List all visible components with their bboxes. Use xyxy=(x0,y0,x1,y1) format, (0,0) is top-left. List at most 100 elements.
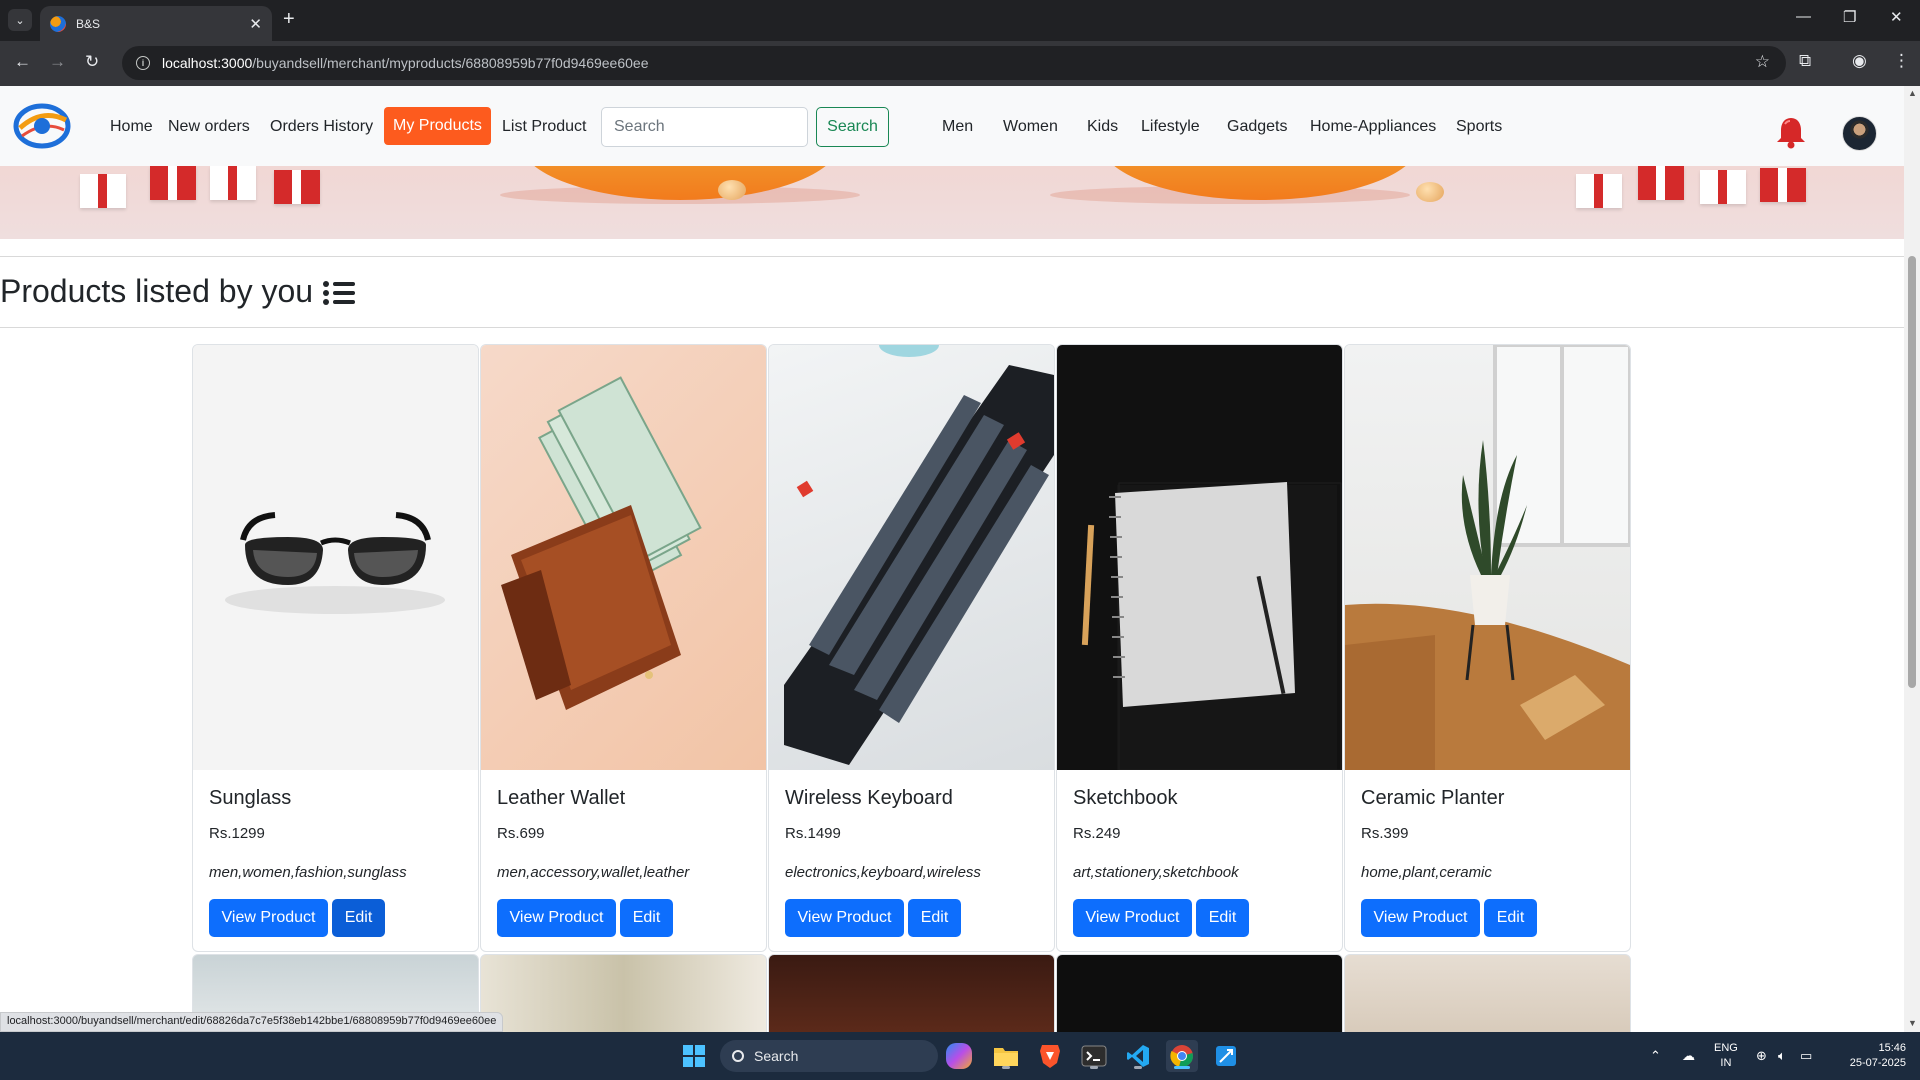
view-product-button[interactable]: View Product xyxy=(1361,899,1480,937)
category-home-appliances[interactable]: Home-Appliances xyxy=(1310,118,1436,136)
back-icon[interactable]: ← xyxy=(14,52,31,72)
cloud-sync-icon[interactable]: ☁ xyxy=(1682,1048,1695,1064)
vscode-icon[interactable] xyxy=(1122,1040,1154,1072)
url-text[interactable]: localhost:3000/buyandsell/merchant/mypro… xyxy=(162,55,648,71)
scrollbar-thumb[interactable] xyxy=(1908,256,1916,688)
file-explorer-icon[interactable] xyxy=(990,1040,1022,1072)
extensions-icon[interactable]: ⧉ xyxy=(1799,51,1811,71)
product-image-sunglass[interactable] xyxy=(193,345,478,770)
scroll-up-icon[interactable]: ▲ xyxy=(1908,88,1917,98)
bookmark-star-icon[interactable]: ☆ xyxy=(1755,52,1770,72)
list-icon xyxy=(323,279,356,305)
view-product-button[interactable]: View Product xyxy=(209,899,328,937)
product-price: Rs.249 xyxy=(1073,825,1121,842)
edit-product-button[interactable]: Edit xyxy=(620,899,673,937)
gift-box-icon xyxy=(1700,170,1746,204)
browser-tabstrip: ⌄ B&S ✕ + — ❐ ✕ xyxy=(0,0,1920,41)
product-card: Sketchbook Rs.249 art,stationery,sketchb… xyxy=(1056,344,1343,952)
product-image-wireless-keyboard[interactable] xyxy=(769,345,1054,770)
product-card[interactable] xyxy=(1344,954,1631,1034)
browser-toolbar: ← → ↻ i localhost:3000/buyandsell/mercha… xyxy=(0,41,1920,86)
taskbar-search[interactable]: Search xyxy=(720,1040,938,1072)
network-icon[interactable]: ⊕ xyxy=(1756,1048,1767,1064)
gift-box-icon xyxy=(80,174,126,208)
category-gadgets[interactable]: Gadgets xyxy=(1227,118,1287,136)
nav-my-products[interactable]: My Products xyxy=(384,107,491,145)
input-language[interactable]: ENG IN xyxy=(1714,1041,1738,1071)
clock[interactable]: 15:46 25-07-2025 xyxy=(1836,1041,1906,1071)
brave-browser-icon[interactable] xyxy=(1034,1040,1066,1072)
gift-box-icon xyxy=(1760,168,1806,202)
product-image-ceramic-planter[interactable] xyxy=(1345,345,1630,770)
product-title: Leather Wallet xyxy=(497,787,626,809)
scroll-down-icon[interactable]: ▼ xyxy=(1908,1018,1917,1028)
snipping-tool-icon[interactable] xyxy=(1210,1040,1242,1072)
nav-home[interactable]: Home xyxy=(110,118,153,136)
edit-product-button[interactable]: Edit xyxy=(1484,899,1537,937)
running-indicator xyxy=(1090,1066,1098,1069)
gift-box-icon xyxy=(150,166,196,200)
site-info-icon[interactable]: i xyxy=(136,56,150,70)
edit-product-button[interactable]: Edit xyxy=(908,899,961,937)
product-card[interactable] xyxy=(768,954,1055,1034)
show-hidden-icons[interactable]: ⌃ xyxy=(1650,1048,1661,1064)
favicon-icon xyxy=(50,15,66,32)
restore-icon[interactable]: ❐ xyxy=(1843,8,1856,26)
category-lifestyle[interactable]: Lifestyle xyxy=(1141,118,1200,136)
tab-search-button[interactable]: ⌄ xyxy=(8,9,32,31)
product-card: Wireless Keyboard Rs.1499 electronics,ke… xyxy=(768,344,1055,952)
window-close-icon[interactable]: ✕ xyxy=(1890,8,1903,26)
category-sports[interactable]: Sports xyxy=(1456,118,1502,136)
product-tags: men,accessory,wallet,leather xyxy=(497,864,690,881)
category-men[interactable]: Men xyxy=(942,118,973,136)
minimize-icon[interactable]: — xyxy=(1796,8,1811,25)
windows-start-icon[interactable] xyxy=(678,1040,710,1072)
menu-icon[interactable]: ⋮ xyxy=(1893,51,1910,71)
close-tab-icon[interactable]: ✕ xyxy=(249,15,262,33)
forward-icon[interactable]: → xyxy=(49,52,66,72)
product-card: Leather Wallet Rs.699 men,accessory,wall… xyxy=(480,344,767,952)
user-avatar[interactable] xyxy=(1842,116,1877,151)
search-input[interactable] xyxy=(601,107,808,147)
running-indicator xyxy=(1002,1066,1010,1069)
category-women[interactable]: Women xyxy=(1003,118,1058,136)
search-button[interactable]: Search xyxy=(816,107,889,147)
banner-decoration xyxy=(718,180,746,200)
product-card[interactable] xyxy=(1056,954,1343,1034)
product-image-sketchbook[interactable] xyxy=(1057,345,1342,770)
brand-logo[interactable] xyxy=(12,98,72,150)
product-title: Sketchbook xyxy=(1073,787,1178,809)
view-product-button[interactable]: View Product xyxy=(1073,899,1192,937)
gift-box-icon xyxy=(1638,166,1684,200)
product-tags: home,plant,ceramic xyxy=(1361,864,1492,881)
chrome-icon[interactable] xyxy=(1166,1040,1198,1072)
edit-product-button[interactable]: Edit xyxy=(1196,899,1249,937)
product-image-leather-wallet[interactable] xyxy=(481,345,766,770)
notification-bell-icon[interactable] xyxy=(1773,114,1809,150)
product-price: Rs.1299 xyxy=(209,825,265,842)
app-navbar: Home New orders Orders History My Produc… xyxy=(0,86,1904,166)
battery-icon[interactable]: ▭ xyxy=(1800,1048,1812,1064)
new-tab-icon[interactable]: + xyxy=(283,8,295,31)
volume-icon[interactable]: 🔈︎ xyxy=(1778,1048,1786,1064)
browser-tab[interactable]: B&S ✕ xyxy=(40,6,272,41)
edit-product-button[interactable]: Edit xyxy=(332,899,385,937)
nav-new-orders[interactable]: New orders xyxy=(168,118,250,136)
copilot-icon[interactable] xyxy=(946,1043,972,1069)
link-status-bubble: localhost:3000/buyandsell/merchant/edit/… xyxy=(0,1012,504,1032)
product-tags: electronics,keyboard,wireless xyxy=(785,864,981,881)
product-price: Rs.1499 xyxy=(785,825,841,842)
view-product-button[interactable]: View Product xyxy=(785,899,904,937)
product-title: Sunglass xyxy=(209,787,292,809)
profile-icon[interactable]: ◉ xyxy=(1852,51,1867,71)
terminal-icon[interactable] xyxy=(1078,1040,1110,1072)
category-kids[interactable]: Kids xyxy=(1087,118,1118,136)
address-bar[interactable]: i localhost:3000/buyandsell/merchant/myp… xyxy=(122,46,1786,80)
nav-orders-history[interactable]: Orders History xyxy=(270,118,373,136)
product-card[interactable] xyxy=(480,954,767,1034)
reload-icon[interactable]: ↻ xyxy=(85,52,99,72)
view-product-button[interactable]: View Product xyxy=(497,899,616,937)
page-scrollbar[interactable]: ▲ ▼ xyxy=(1904,86,1920,1032)
nav-list-product[interactable]: List Product xyxy=(502,118,586,136)
page-title: Products listed by you xyxy=(0,273,356,310)
